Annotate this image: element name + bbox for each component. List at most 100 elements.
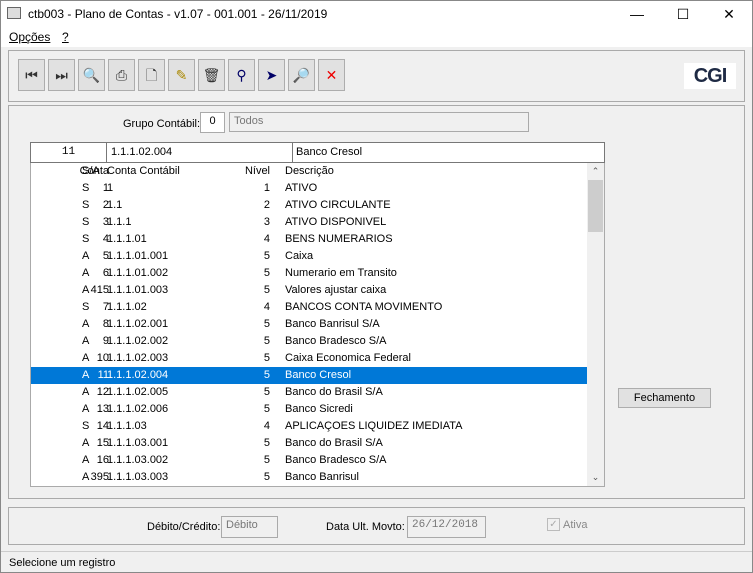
cell-sa: S: [82, 233, 90, 245]
cell-sa: A: [82, 437, 90, 449]
table-row[interactable]: 3 S 1.1.1 3 ATIVO DISPONIVEL: [31, 214, 587, 231]
table-row[interactable]: 9 A 1.1.1.02.002 5 Banco Bradesco S/A: [31, 333, 587, 350]
cell-descricao: Valores ajustar caixa: [285, 284, 387, 296]
first-record-button[interactable]: ⏮: [18, 59, 45, 91]
main-window: ctb003 - Plano de Contas - v1.07 - 001.0…: [0, 0, 753, 573]
table-row[interactable]: 5 A 1.1.1.01.001 5 Caixa: [31, 248, 587, 265]
col-sa[interactable]: S/A: [82, 163, 100, 180]
table-row[interactable]: 4 S 1.1.1.01 4 BENS NUMERARIOS: [31, 231, 587, 248]
cancel-button[interactable]: ✕: [318, 59, 345, 91]
table-row[interactable]: 15 A 1.1.1.03.001 5 Banco do Brasil S/A: [31, 435, 587, 452]
data-ult-field: 26/12/2018: [407, 516, 486, 538]
cell-conta-contabil: 1.1.1.03.003: [107, 471, 169, 483]
filter-button[interactable]: ➤: [258, 59, 285, 91]
cell-conta-contabil: 1.1.1.01.002: [107, 267, 169, 279]
table-row[interactable]: 13 A 1.1.1.02.006 5 Banco Sicredi: [31, 401, 587, 418]
debito-credito-field: Débito: [221, 516, 278, 538]
new-button[interactable]: 🗋: [138, 59, 165, 91]
cell-conta-contabil: 1.1: [107, 199, 123, 211]
selected-conta: 11: [31, 143, 107, 162]
scroll-down-icon[interactable]: ⌄: [587, 469, 604, 486]
window-title: ctb003 - Plano de Contas - v1.07 - 001.0…: [28, 7, 328, 21]
zoom-icon: 🔎: [292, 67, 311, 83]
table-row[interactable]: 11 A 1.1.1.02.004 5 Banco Cresol: [31, 366, 588, 385]
ativa-checkbox[interactable]: ✓: [547, 518, 560, 531]
cell-conta-contabil: 1.1.1.02.001: [107, 318, 169, 330]
table-row[interactable]: 395 A 1.1.1.03.003 5 Banco Banrisul: [31, 469, 587, 486]
cell-nivel: 5: [263, 403, 270, 415]
cell-nivel: 5: [263, 437, 270, 449]
ativa-label: Ativa: [563, 519, 588, 531]
cell-sa: A: [82, 352, 90, 364]
cell-nivel: 4: [263, 233, 270, 245]
cell-nivel: 5: [263, 335, 270, 347]
close-button[interactable]: ✕: [706, 1, 752, 27]
maximize-button[interactable]: ☐: [660, 1, 706, 27]
col-nivel[interactable]: Nível: [245, 163, 270, 180]
delete-button[interactable]: 🗑: [198, 59, 225, 91]
cell-nivel: 3: [263, 216, 270, 228]
zoom-button[interactable]: 🔎: [288, 59, 315, 91]
cell-descricao: Banco Sicredi: [285, 403, 353, 415]
table-row[interactable]: 8 A 1.1.1.02.001 5 Banco Banrisul S/A: [31, 316, 587, 333]
table-row[interactable]: 7 S 1.1.1.02 4 BANCOS CONTA MOVIMENTO: [31, 299, 587, 316]
cell-nivel: 5: [263, 284, 270, 296]
cell-sa: A: [82, 454, 90, 466]
cell-sa: A: [82, 250, 90, 262]
cell-descricao: ATIVO CIRCULANTE: [285, 199, 391, 211]
menu-bar: Opções ?: [1, 27, 752, 47]
table-row[interactable]: 14 S 1.1.1.03 4 APLICAÇOES LIQUIDEZ IMEDIATA: [31, 418, 587, 435]
cell-conta-contabil: 1.1.1.01: [107, 233, 147, 245]
scroll-up-icon[interactable]: ⌃: [587, 163, 604, 180]
cell-sa: S: [82, 301, 90, 313]
table-row[interactable]: 415 A 1.1.1.01.003 5 Valores ajustar caixa: [31, 282, 587, 299]
cell-conta-contabil: 1.1.1.03.001: [107, 437, 169, 449]
edit-icon: ✎: [175, 67, 188, 83]
cell-descricao: BENS NUMERARIOS: [285, 233, 393, 245]
cell-sa: A: [82, 369, 90, 381]
table-row[interactable]: 2 S 1.1 2 ATIVO CIRCULANTE: [31, 197, 587, 214]
menu-opcoes[interactable]: Opções: [9, 30, 50, 44]
col-descricao[interactable]: Descrição: [285, 163, 334, 180]
minimize-button[interactable]: —: [614, 1, 660, 27]
edit-button[interactable]: ✎: [168, 59, 195, 91]
cell-conta-contabil: 1.1.1.02.006: [107, 403, 169, 415]
accounts-list[interactable]: Conta S/A Conta Contábil Nível Descrição…: [30, 163, 605, 487]
cell-nivel: 5: [263, 471, 270, 483]
table-row[interactable]: 16 A 1.1.1.03.002 5 Banco Bradesco S/A: [31, 452, 587, 469]
cell-nivel: 5: [263, 386, 270, 398]
table-row[interactable]: 1 S 1 1 ATIVO: [31, 180, 587, 197]
find-button[interactable]: ⚲: [228, 59, 255, 91]
cell-nivel: 5: [263, 250, 270, 262]
cell-descricao: Banco do Brasil S/A: [285, 386, 383, 398]
fechamento-button[interactable]: Fechamento: [618, 388, 711, 408]
search-button[interactable]: 🔍: [78, 59, 105, 91]
cell-nivel: 5: [263, 352, 270, 364]
cell-conta-contabil: 1.1.1: [107, 216, 132, 228]
cell-conta-contabil: 1: [107, 182, 114, 194]
cell-descricao: Banco Bradesco S/A: [285, 454, 387, 466]
scroll-thumb[interactable]: [588, 180, 603, 232]
cell-conta-contabil: 1.1.1.02: [107, 301, 147, 313]
cell-sa: S: [82, 199, 90, 211]
vertical-scrollbar[interactable]: ⌃ ⌄: [587, 163, 604, 486]
menu-help[interactable]: ?: [62, 30, 69, 44]
col-conta-contabil[interactable]: Conta Contábil: [107, 163, 180, 180]
table-row[interactable]: 6 A 1.1.1.01.002 5 Numerario em Transito: [31, 265, 587, 282]
grupo-code-input[interactable]: 0: [200, 112, 225, 133]
print-button[interactable]: ⎙: [108, 59, 135, 91]
cell-sa: A: [82, 386, 90, 398]
table-row[interactable]: 12 A 1.1.1.02.005 5 Banco do Brasil S/A: [31, 384, 587, 401]
print-icon: ⎙: [115, 67, 128, 83]
cell-conta-contabil: 1.1.1.01.003: [107, 284, 169, 296]
table-row[interactable]: 10 A 1.1.1.02.003 5 Caixa Economica Federal: [31, 350, 587, 367]
cell-descricao: Numerario em Transito: [285, 267, 397, 279]
selected-descricao: Banco Cresol: [296, 146, 363, 158]
find-icon: ⚲: [236, 67, 247, 83]
cell-sa: A: [82, 403, 90, 415]
last-record-button[interactable]: ⏭: [48, 59, 75, 91]
cancel-icon: ✕: [325, 67, 338, 83]
last-record-icon: ⏭: [55, 67, 68, 83]
status-text: Selecione um registro: [9, 557, 116, 569]
cell-descricao: Banco Cresol: [285, 369, 352, 381]
